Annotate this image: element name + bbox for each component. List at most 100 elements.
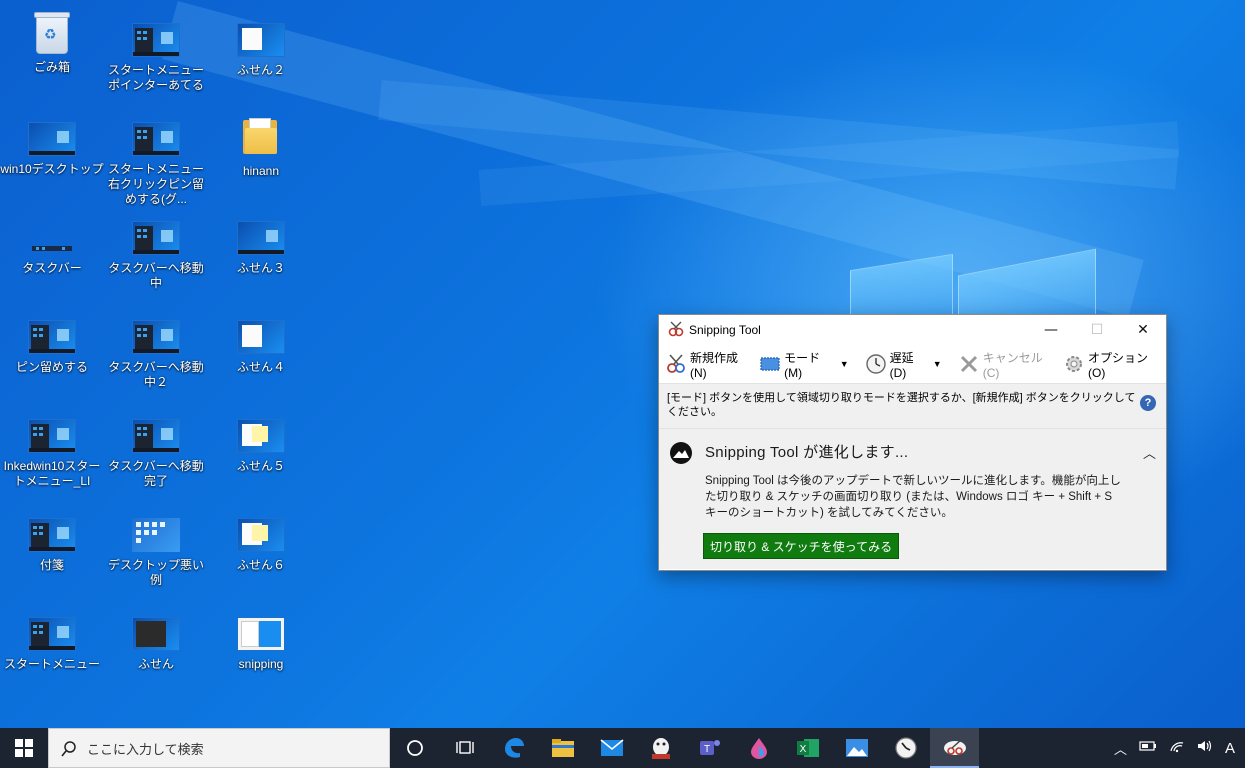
folder-icon <box>241 114 281 156</box>
desktop-shortcut[interactable]: Inkedwin10スタートメニュー_LI <box>0 411 104 489</box>
taskbar-file-explorer[interactable] <box>538 728 587 768</box>
search-placeholder: ここに入力して検索 <box>87 741 204 757</box>
taskbar-edge[interactable] <box>489 728 538 768</box>
delay-dropdown-icon[interactable]: ▼ <box>933 359 942 369</box>
delay-button[interactable]: 遅延(D) ▼ <box>862 351 951 380</box>
desktop-icon-label: ごみ箱 <box>33 60 70 74</box>
taskbar: ここに入力して検索 T X ︿ A <box>0 728 1245 768</box>
paint-drop-icon <box>750 738 767 759</box>
image-file-icon <box>132 320 180 354</box>
promo-panel: Snipping Tool が進化します... ︿ Snipping Tool … <box>659 429 1166 569</box>
taskbar-app[interactable] <box>636 728 685 768</box>
cancel-label: キャンセル(C) <box>982 350 1043 380</box>
svg-text:T: T <box>703 744 709 755</box>
start-button[interactable] <box>0 728 48 768</box>
desktop-shortcut[interactable]: デスクトップ悪い例 <box>104 510 208 588</box>
network-wifi-icon[interactable] <box>1169 739 1185 757</box>
battery-icon[interactable] <box>1139 740 1157 756</box>
image-file-icon <box>237 617 285 651</box>
desktop-icon-label: hinann <box>242 164 280 178</box>
image-file-icon <box>237 221 285 255</box>
desktop-icon-label: スタートメニュー <box>3 657 100 671</box>
maximize-button[interactable]: ☐ <box>1074 315 1120 345</box>
image-file-icon <box>132 122 180 156</box>
taskbar-paint3d[interactable] <box>734 728 783 768</box>
info-text: [モード] ボタンを使用して領域切り取りモードを選択するか、[新規作成] ボタン… <box>667 392 1136 418</box>
window-title: Snipping Tool <box>689 323 761 337</box>
volume-icon[interactable] <box>1197 739 1213 757</box>
desktop-shortcut[interactable]: win10デスクトップ <box>0 114 104 177</box>
desktop-shortcut[interactable]: タスクバーへ移動中２ <box>104 312 208 390</box>
desktop-shortcut[interactable]: ふせん <box>104 609 208 672</box>
recycle-bin-icon[interactable]: ♻ ごみ箱 <box>0 4 104 75</box>
collapse-chevron-icon[interactable]: ︿ <box>1143 443 1156 462</box>
edge-icon <box>504 738 524 758</box>
clock-icon <box>894 737 917 759</box>
snip-sketch-logo-icon <box>669 441 693 465</box>
promo-body: Snipping Tool は今後のアップデートで新しいツールに進化します。機能… <box>705 475 1121 519</box>
taskbar-excel[interactable]: X <box>783 728 832 768</box>
desktop-icon-label: デスクトップ悪い例 <box>107 558 204 587</box>
options-button[interactable]: オプション(O) <box>1060 350 1162 380</box>
try-snip-sketch-button[interactable]: 切り取り & スケッチを使ってみる <box>703 533 900 559</box>
snipping-toolbar: 新規作成(N) モード(M) ▼ 遅延(D) ▼ キャンセル(C) オプション(… <box>659 345 1166 383</box>
desktop-shortcut[interactable]: タスクバーへ移動中 <box>104 213 208 291</box>
taskbar-mail[interactable] <box>587 728 636 768</box>
desktop-icon-label: ふせん２ <box>236 63 285 77</box>
desktop-shortcut[interactable]: snipping <box>209 609 313 672</box>
close-button[interactable]: ✕ <box>1120 315 1166 345</box>
image-file-icon <box>237 518 285 552</box>
desktop-shortcut[interactable]: ふせん３ <box>209 213 313 276</box>
mode-dropdown-icon[interactable]: ▼ <box>840 359 849 369</box>
photos-icon <box>845 739 868 757</box>
cortana-button[interactable] <box>390 728 440 768</box>
desktop-icon-label: Inkedwin10スタートメニュー_LI <box>3 459 101 488</box>
desktop-icon-label: スタートメニュー右クリックピン留めする(グ... <box>107 162 204 206</box>
desktop-shortcut[interactable]: タスクバー <box>0 213 104 276</box>
svg-text:X: X <box>799 744 806 755</box>
image-file-icon <box>132 518 180 552</box>
desktop-icon-label: タスクバーへ移動中 <box>108 261 204 290</box>
desktop-shortcut[interactable]: スタートメニューポインターあてる <box>104 15 208 93</box>
new-snip-button[interactable]: 新規作成(N) <box>662 351 752 380</box>
image-file-icon <box>237 320 285 354</box>
mode-button[interactable]: モード(M) ▼ <box>756 350 858 380</box>
folder-hinann[interactable]: hinann <box>209 108 313 179</box>
desktop-shortcut[interactable]: ふせん６ <box>209 510 313 573</box>
desktop-shortcut[interactable]: ふせん２ <box>209 15 313 78</box>
show-hidden-icons-chevron-icon[interactable]: ︿ <box>1114 739 1127 758</box>
recycle-bin-image: ♻ <box>32 12 72 54</box>
info-bar: [モード] ボタンを使用して領域切り取りモードを選択するか、[新規作成] ボタン… <box>659 383 1166 429</box>
desktop-shortcut[interactable]: ふせん４ <box>209 312 313 375</box>
cancel-button[interactable]: キャンセル(C) <box>955 350 1056 380</box>
taskbar-photos[interactable] <box>832 728 881 768</box>
desktop-shortcut[interactable]: ふせん５ <box>209 411 313 474</box>
desktop-shortcut[interactable]: スタートメニュー <box>0 609 104 672</box>
ime-indicator[interactable]: A <box>1225 740 1235 757</box>
taskbar-teams[interactable]: T <box>685 728 734 768</box>
taskbar-search-box[interactable]: ここに入力して検索 <box>48 728 390 768</box>
rectangle-snip-icon <box>759 353 781 375</box>
options-label: オプション(O) <box>1088 350 1149 380</box>
help-icon[interactable]: ? <box>1140 395 1156 411</box>
desktop-icon-label: 付箋 <box>39 558 64 572</box>
desktop-shortcut[interactable]: ピン留めする <box>0 312 104 375</box>
mode-label: モード(M) <box>784 350 821 380</box>
windows-logo-icon <box>15 739 33 757</box>
task-view-button[interactable] <box>440 728 489 768</box>
taskbar-alarms[interactable] <box>881 728 930 768</box>
taskbar-snipping-tool[interactable] <box>930 728 979 768</box>
image-file-icon <box>132 617 180 651</box>
desktop-shortcut[interactable]: スタートメニュー右クリックピン留めする(グ... <box>104 114 208 207</box>
app-pdf-icon <box>651 738 670 759</box>
task-view-icon <box>455 741 474 754</box>
title-bar[interactable]: Snipping Tool — ☐ ✕ <box>659 315 1166 345</box>
desktop-icon-label: ふせん５ <box>236 459 285 473</box>
desktop-shortcut[interactable]: タスクバーへ移動完了 <box>104 411 208 489</box>
image-file-icon <box>237 23 285 57</box>
mail-icon <box>599 739 624 756</box>
minimize-button[interactable]: — <box>1028 315 1074 345</box>
scissors-icon <box>943 739 966 755</box>
desktop-shortcut[interactable]: 付箋 <box>0 510 104 573</box>
desktop-icon-label: win10デスクトップ <box>0 162 104 176</box>
